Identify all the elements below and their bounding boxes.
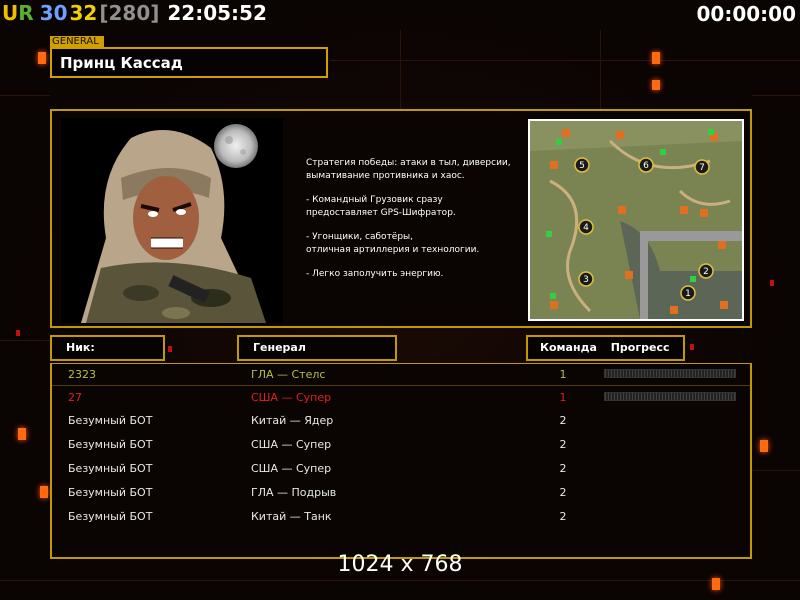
fps-counter: UR 30 32 [280] 22:05:52 — [2, 2, 267, 24]
bg-line — [330, 60, 800, 61]
player-row: Безумный БОТ ГЛА — Подрыв 2 — [52, 482, 750, 504]
player-general: США — Супер — [251, 462, 332, 475]
hud-r: R — [18, 1, 34, 25]
general-info-panel: Стратегия победы: атаки в тыл, диверсии,… — [50, 109, 752, 328]
glow-dot — [40, 486, 48, 498]
bg-line — [600, 30, 601, 109]
glow-dot — [18, 428, 26, 440]
map-start-position: 3 — [583, 275, 589, 285]
player-general: ГЛА — Подрыв — [251, 486, 337, 499]
column-header-nick-label: Ник: — [66, 341, 95, 354]
column-header-team-label: Команда — [540, 341, 597, 354]
player-team: 2 — [559, 486, 567, 499]
glow-dot — [770, 280, 774, 286]
hud-bracket: [280] — [99, 1, 160, 25]
bg-line — [400, 30, 401, 109]
player-team: 1 — [559, 368, 567, 381]
hud-num1: 30 — [39, 1, 68, 25]
player-nick: Безумный БОТ — [68, 486, 153, 499]
player-nick: 2323 — [68, 368, 96, 381]
player-general: США — Супер — [251, 391, 332, 404]
bg-line — [0, 580, 800, 581]
map-start-position: 7 — [699, 163, 705, 173]
glow-dot — [16, 330, 20, 336]
glow-dot — [168, 346, 172, 352]
player-row: 27 США — Супер 1 — [52, 387, 750, 409]
general-name-box: Принц Кассад — [50, 47, 328, 78]
player-team: 2 — [559, 462, 567, 475]
glow-dot — [38, 52, 46, 64]
column-header-general: Генерал — [237, 335, 397, 361]
map-preview: 1 2 3 4 5 6 7 — [528, 119, 744, 321]
glow-dot — [652, 52, 660, 64]
map-start-position: 2 — [703, 267, 709, 277]
bg-line — [0, 340, 50, 341]
hud-num2: 32 — [69, 1, 98, 25]
player-nick: Безумный БОТ — [68, 414, 153, 427]
player-nick: Безумный БОТ — [68, 510, 153, 523]
player-row: Безумный БОТ Китай — Ядер 2 — [52, 410, 750, 432]
game-timer: 00:00:00 — [696, 2, 797, 26]
general-portrait — [61, 118, 283, 323]
player-general: США — Супер — [251, 438, 332, 451]
player-general: Китай — Ядер — [251, 414, 334, 427]
hud-clock: 22:05:52 — [167, 1, 267, 25]
player-team: 2 — [559, 510, 567, 523]
glow-dot — [690, 344, 694, 350]
description-line: Стратегия победы: атаки в тыл, диверсии,… — [306, 158, 511, 181]
player-row: 2323 ГЛА — Стелс 1 — [52, 364, 750, 386]
player-nick: 27 — [68, 391, 82, 404]
column-header-general-label: Генерал — [253, 341, 306, 354]
map-start-position: 4 — [583, 223, 589, 233]
player-team: 2 — [559, 438, 567, 451]
map-start-position: 6 — [643, 161, 649, 171]
player-general: ГЛА — Стелс — [251, 368, 326, 381]
player-nick: Безумный БОТ — [68, 438, 153, 451]
hud-u: U — [2, 1, 19, 25]
glow-dot — [712, 578, 720, 590]
player-nick: Безумный БОТ — [68, 462, 153, 475]
glow-dot — [760, 440, 768, 452]
player-team: 1 — [559, 391, 567, 404]
description-line: - Командный Грузовик сразу предоставляет… — [306, 195, 456, 218]
general-name: Принц Кассад — [60, 54, 183, 72]
player-row: Безумный БОТ США — Супер 2 — [52, 434, 750, 456]
bg-line — [752, 95, 800, 96]
column-header-nick: Ник: — [50, 335, 165, 361]
bg-line — [752, 470, 800, 471]
resolution-label: 1024 x 768 — [337, 552, 463, 577]
player-row: Безумный БОТ Китай — Танк 2 — [52, 506, 750, 528]
player-team: 2 — [559, 414, 567, 427]
map-start-position: 5 — [579, 161, 585, 171]
progress-bar — [604, 392, 736, 401]
column-header-team-progress: Команда Прогресс — [526, 335, 685, 361]
player-list: 2323 ГЛА — Стелс 1 27 США — Супер 1 Безу… — [50, 363, 752, 559]
map-start-position: 1 — [685, 289, 691, 299]
player-general: Китай — Танк — [251, 510, 332, 523]
bg-line — [0, 95, 50, 96]
general-description: Стратегия победы: атаки в тыл, диверсии,… — [306, 157, 521, 281]
glow-dot — [652, 80, 660, 90]
player-row: Безумный БОТ США — Супер 2 — [52, 458, 750, 480]
column-header-progress-label: Прогресс — [610, 341, 670, 354]
description-line: - Легко заполучить энергию. — [306, 269, 444, 279]
description-line: - Угонщики, саботёры, отличная артиллери… — [306, 232, 480, 255]
progress-bar — [604, 369, 736, 378]
